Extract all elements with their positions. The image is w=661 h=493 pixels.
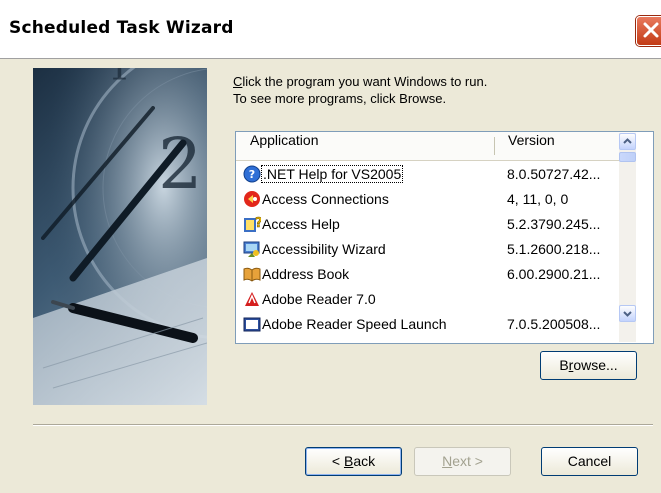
list-item[interactable]: Accessibility Wizard 5.1.2600.218... xyxy=(236,237,636,262)
list-item-version: 5.2.3790.245... xyxy=(507,216,601,232)
browse-button[interactable]: Browse... xyxy=(540,351,637,380)
vertical-scrollbar[interactable] xyxy=(619,133,636,342)
list-item-name: Address Book xyxy=(262,266,350,282)
column-header-application[interactable]: Application xyxy=(250,132,319,160)
next-access-key: N xyxy=(442,453,453,469)
wizard-clock-picture: 2 1 xyxy=(33,68,207,405)
scheduled-task-wizard-window: Scheduled Task Wizard 2 1 Click the prog… xyxy=(0,0,661,493)
program-list[interactable]: Application Version ? .NET Help for VS20… xyxy=(235,131,654,344)
instruction-line-2: To see more programs, click Browse. xyxy=(233,91,447,106)
accessibility-wizard-icon xyxy=(243,241,260,257)
list-item-name: Accessibility Wizard xyxy=(262,241,386,257)
list-item-version: 6.00.2900.21... xyxy=(507,266,601,282)
back-access-key: B xyxy=(343,453,354,469)
list-item-name: Adobe Reader 7.0 xyxy=(262,291,376,307)
address-book-icon xyxy=(243,267,261,282)
back-label-post: ack xyxy=(353,453,376,469)
list-item-version: 4, 11, 0, 0 xyxy=(507,191,569,207)
chevron-down-icon xyxy=(623,311,632,317)
list-item-name: Adobe Reader Speed Launch xyxy=(262,316,447,332)
list-item-name: Access Connections xyxy=(262,191,389,207)
back-label-pre: < xyxy=(331,453,344,469)
list-item-name: Access Help xyxy=(262,216,340,232)
list-item-version: 7.0.5.200508... xyxy=(507,316,601,332)
scroll-down-button[interactable] xyxy=(619,305,636,322)
list-item-name: .NET Help for VS2005 xyxy=(260,165,404,183)
list-rows: ? .NET Help for VS2005 8.0.50727.42... A… xyxy=(236,162,636,342)
help-book-icon: ? xyxy=(244,216,261,232)
browse-label-post: owse... xyxy=(573,357,618,373)
instruction-access-key: C xyxy=(233,74,243,89)
list-item[interactable]: ? Access Help 5.2.3790.245... xyxy=(236,212,636,237)
help-globe-icon: ? xyxy=(243,165,261,183)
title-bar[interactable]: Scheduled Task Wizard xyxy=(0,0,661,59)
access-connections-icon xyxy=(244,191,260,207)
adobe-reader-icon xyxy=(245,292,259,306)
scroll-up-button[interactable] xyxy=(619,133,636,150)
back-button[interactable]: < Back xyxy=(305,447,402,476)
list-item-version: 8.0.50727.42... xyxy=(507,166,601,182)
cancel-button[interactable]: Cancel xyxy=(541,447,638,476)
window-title: Scheduled Task Wizard xyxy=(9,18,234,38)
column-divider[interactable] xyxy=(494,137,495,155)
instruction-text: Click the program you want Windows to ru… xyxy=(233,73,487,107)
next-label-post: ext > xyxy=(452,453,483,469)
list-item-version: 5.1.2600.218... xyxy=(507,241,601,257)
list-item[interactable]: Access Connections 4, 11, 0, 0 xyxy=(236,187,636,212)
list-item[interactable]: Address Book 6.00.2900.21... xyxy=(236,262,636,287)
separator-line xyxy=(33,424,653,426)
list-header: Application Version xyxy=(236,132,636,161)
instruction-line-1: lick the program you want Windows to run… xyxy=(242,74,488,89)
svg-text:1: 1 xyxy=(108,68,131,89)
browse-label-pre: B xyxy=(559,357,569,373)
close-button[interactable] xyxy=(636,16,661,46)
list-item[interactable]: ? .NET Help for VS2005 8.0.50727.42... xyxy=(236,162,636,187)
column-header-version[interactable]: Version xyxy=(508,132,555,160)
svg-text:?: ? xyxy=(249,168,255,181)
close-icon xyxy=(643,22,659,38)
chevron-up-icon xyxy=(623,138,632,144)
list-item[interactable]: Adobe Reader 7.0 xyxy=(236,287,636,312)
scrollbar-thumb[interactable] xyxy=(619,152,636,162)
next-button[interactable]: Next > xyxy=(414,447,511,476)
cancel-label: Cancel xyxy=(567,453,612,469)
svg-text:?: ? xyxy=(255,216,261,231)
adobe-speed-launch-icon xyxy=(243,317,261,332)
list-item[interactable]: Adobe Reader Speed Launch 7.0.5.200508..… xyxy=(236,312,636,337)
